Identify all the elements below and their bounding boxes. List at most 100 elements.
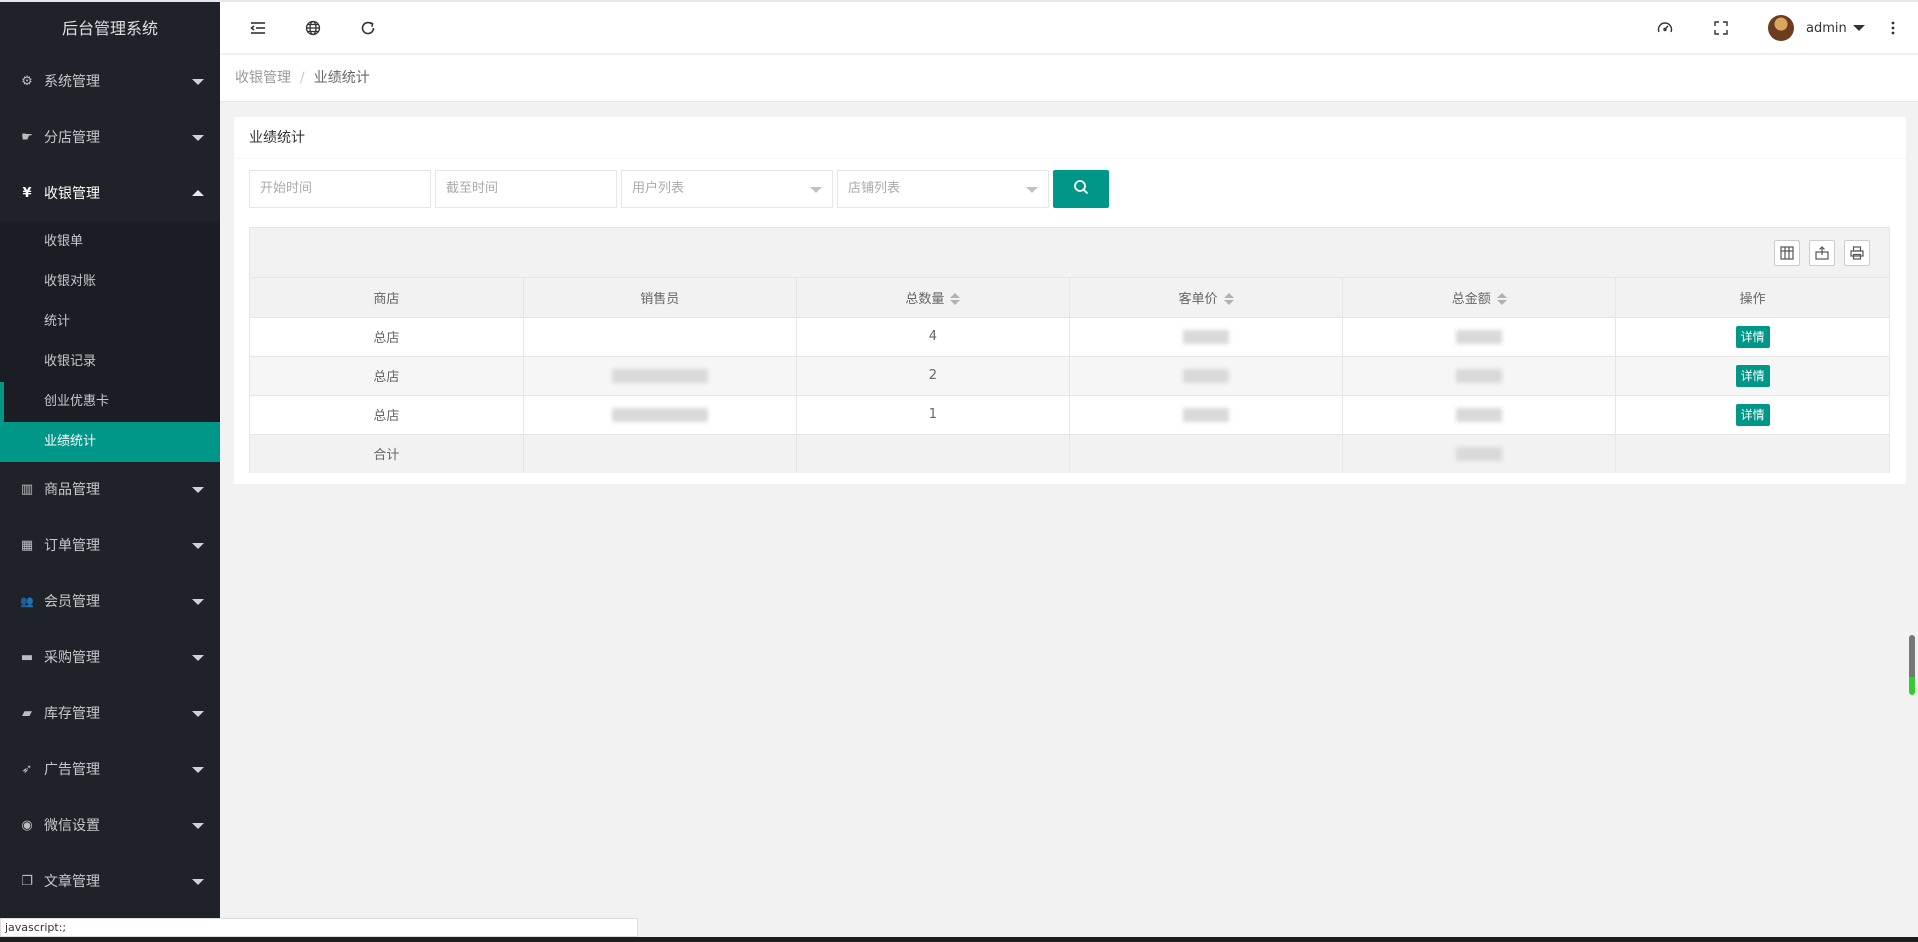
user-menu[interactable]: admin [1768,2,1865,54]
sort-icon[interactable] [1223,293,1234,306]
column-header-unit-price[interactable]: 客单价 [1069,278,1344,318]
table-row: 总店 1 详情 [250,395,1889,435]
cell-salesperson [523,317,797,357]
cell-shop: 总店 [250,317,524,357]
detail-button[interactable]: 详情 [1735,403,1770,426]
performance-card: 业绩统计 开始时间 截至时间 用户列表 店铺列表 商店 销售员 总数量 客单价 … [234,117,1906,484]
table-toolbar [250,228,1889,278]
sidebar-item-wechat[interactable]: ◉ 微信设置 [0,798,220,854]
avatar [1768,15,1794,41]
sidebar-item-label: 订单管理 [44,538,100,554]
sidebar-item-purchase[interactable]: ▬ 采购管理 [0,630,220,686]
end-time-placeholder: 截至时间 [446,181,499,196]
sidebar-item-ads[interactable]: ➶ 广告管理 [0,742,220,798]
breadcrumb-current: 业绩统计 [313,70,370,86]
table-row: 总店 4 详情 [250,317,1889,357]
detail-button[interactable]: 详情 [1735,325,1770,348]
gear-icon: ⚙ [21,74,33,89]
cell-action: 详情 [1615,317,1889,357]
browser-status-bar: javascript:; [0,918,638,937]
refresh-icon[interactable] [343,2,393,54]
column-header-label: 客单价 [1178,291,1218,307]
table-row: 总店 2 详情 [250,356,1889,396]
chevron-down-icon [192,135,204,141]
chevron-down-icon [192,823,204,829]
sidebar-item-articles[interactable]: ❐ 文章管理 [0,854,220,910]
performance-table-container: 商店 销售员 总数量 客单价 总金额 操作 总店 4 详情 总店 2 详情 总店… [249,227,1890,473]
cell-empty [1069,434,1344,473]
folder-icon: ▰ [22,706,32,721]
column-header-action: 操作 [1615,278,1889,318]
sidebar-item-label: 采购管理 [44,650,100,666]
chevron-down-icon [810,187,822,193]
sidebar-item-branch[interactable]: ☛ 分店管理 [0,110,220,166]
rocket-icon: ➶ [21,762,33,777]
cell-total-label: 合计 [250,434,524,473]
user-select[interactable]: 用户列表 [621,170,833,208]
sidebar-item-goods[interactable]: ▥ 商品管理 [0,462,220,518]
menu-toggle-icon[interactable] [233,2,283,54]
column-header-label: 总金额 [1451,291,1491,307]
cell-shop: 总店 [250,356,524,396]
sub-item-cashier-record[interactable]: 收银记录 [0,342,220,382]
app-logo-title: 后台管理系统 [0,0,220,54]
breadcrumb-separator: / [300,70,305,86]
sidebar-item-label: 文章管理 [44,874,100,890]
start-time-placeholder: 开始时间 [260,181,313,196]
detail-button[interactable]: 详情 [1735,364,1770,387]
chevron-down-icon [192,655,204,661]
blurred-value [611,407,708,422]
search-button[interactable] [1053,170,1109,208]
cell-salesperson [523,356,797,396]
briefcase-icon: ▬ [20,650,34,665]
sidebar-item-inventory[interactable]: ▰ 库存管理 [0,686,220,742]
theme-icon[interactable] [1640,2,1690,54]
wechat-icon: ◉ [21,818,33,833]
columns-filter-icon[interactable] [1774,240,1800,266]
cell-total-amount [1342,317,1617,357]
users-icon: 👥 [20,595,34,608]
bottom-edge [0,937,1918,942]
column-header-total-amount[interactable]: 总金额 [1342,278,1617,318]
sort-icon[interactable] [1496,293,1507,306]
column-header-total-qty[interactable]: 总数量 [796,278,1070,318]
username: admin [1806,20,1847,36]
bar-chart-icon: ▥ [20,482,34,497]
sub-item-statistics[interactable]: 统计 [0,302,220,342]
top-header: admin [220,0,1918,54]
breadcrumb-parent[interactable]: 收银管理 [235,70,291,86]
sidebar-item-system[interactable]: ⚙ 系统管理 [0,54,220,110]
table-header-row: 商店 销售员 总数量 客单价 总金额 操作 [250,278,1889,318]
shop-select[interactable]: 店铺列表 [837,170,1049,208]
sidebar-item-members[interactable]: 👥 会员管理 [0,574,220,630]
cell-empty [1615,434,1889,473]
page-scrollbar[interactable] [1909,635,1915,695]
cell-total-qty: 4 [796,317,1070,357]
fullscreen-icon[interactable] [1696,2,1746,54]
sub-item-cashier-bill[interactable]: 收银单 [0,222,220,262]
sidebar-item-label: 商品管理 [44,482,100,498]
sidebar-item-label: 会员管理 [44,594,100,610]
sub-item-discount-card[interactable]: 创业优惠卡 [0,382,220,422]
blurred-value [1456,446,1503,461]
sidebar-item-label: 收银管理 [44,186,100,202]
sub-item-cashier-reconcile[interactable]: 收银对账 [0,262,220,302]
print-icon[interactable] [1844,240,1870,266]
sidebar-item-cashier[interactable]: ¥ 收银管理 [0,166,220,222]
end-time-input[interactable]: 截至时间 [435,170,617,208]
start-time-input[interactable]: 开始时间 [249,170,431,208]
sort-icon[interactable] [950,293,961,306]
column-header-shop: 商店 [250,278,524,318]
more-icon[interactable] [1868,2,1918,54]
shop-select-placeholder: 店铺列表 [848,181,901,196]
chevron-down-icon [1026,187,1038,193]
cell-unit-price [1069,317,1344,357]
cell-total-qty: 1 [796,395,1070,435]
sub-item-performance[interactable]: 业绩统计 [0,422,220,462]
chevron-down-icon [192,487,204,493]
sidebar-item-orders[interactable]: ▦ 订单管理 [0,518,220,574]
export-icon[interactable] [1809,240,1835,266]
chevron-down-icon [192,79,204,85]
globe-icon[interactable] [288,2,338,54]
blurred-value [1456,407,1503,422]
